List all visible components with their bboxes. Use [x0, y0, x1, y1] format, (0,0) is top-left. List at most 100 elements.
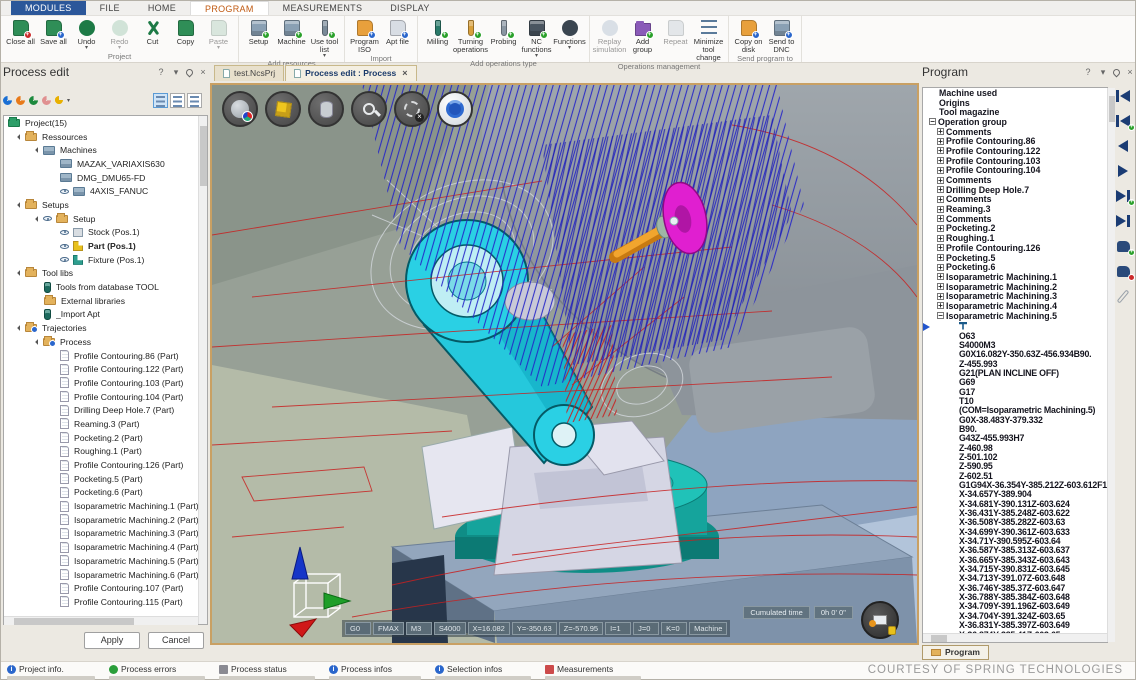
operation-row[interactable]: +Comments: [923, 127, 1107, 137]
tree-item[interactable]: Part (Pos.1): [4, 239, 207, 253]
statusbar-item-process-status[interactable]: Process status: [219, 664, 315, 680]
expand-icon[interactable]: +: [937, 244, 944, 251]
document-tab[interactable]: test.NcsPrj: [214, 65, 284, 81]
tree-item[interactable]: Roughing.1 (Part): [4, 445, 207, 459]
gcode-line[interactable]: G0X16.082Y-350.63Z-456.934B90.: [923, 349, 1107, 358]
chevron-down-icon[interactable]: ▾: [171, 67, 181, 78]
rotate-orange-button[interactable]: [14, 94, 27, 107]
toolbar-caret-icon[interactable]: ▾: [67, 97, 70, 104]
ribbon-tab-program[interactable]: PROGRAM: [190, 1, 269, 15]
expand-icon[interactable]: +: [937, 225, 944, 232]
gcode-line[interactable]: G69: [923, 377, 1107, 386]
gcode-line[interactable]: Z-460.98: [923, 443, 1107, 452]
operation-row[interactable]: +Profile Contouring.104: [923, 166, 1107, 176]
gcode-line[interactable]: S4000M3: [923, 340, 1107, 349]
expander-icon[interactable]: [35, 339, 41, 345]
rotate-green-button[interactable]: [27, 94, 40, 107]
gcode-line[interactable]: X-34.657Y-389.904: [923, 489, 1107, 498]
eye-icon[interactable]: [60, 230, 69, 235]
tree-item[interactable]: Isoparametric Machining.6 (Part): [4, 568, 207, 582]
expander-icon[interactable]: [17, 202, 23, 208]
tree-item[interactable]: Setup: [4, 212, 207, 226]
gcode-line[interactable]: X-34.681Y-390.131Z-603.624: [923, 499, 1107, 508]
ribbon-tab-measurements[interactable]: MEASUREMENTS: [269, 1, 377, 15]
tree-item[interactable]: Profile Contouring.86 (Part): [4, 349, 207, 363]
operation-row[interactable]: +Profile Contouring.103: [923, 156, 1107, 166]
setup-button[interactable]: +Setup: [242, 17, 275, 46]
operation-row[interactable]: +Pocketing.6: [923, 262, 1107, 272]
operation-row[interactable]: +Drilling Deep Hole.7: [923, 185, 1107, 195]
machine-button[interactable]: +Machine: [275, 17, 308, 46]
collapsed-panel-bar[interactable]: [219, 676, 315, 680]
gcode-line[interactable]: G1G94X-36.354Y-385.212Z-603.612F1: [923, 480, 1107, 489]
help-icon[interactable]: ?: [156, 67, 166, 77]
rotate-yellow-button[interactable]: [53, 94, 64, 105]
program-listing[interactable]: Machine usedOriginsTool magazine−Operati…: [922, 87, 1108, 643]
expand-icon[interactable]: +: [937, 254, 944, 261]
gcode-line[interactable]: X-36.587Y-385.313Z-603.637: [923, 545, 1107, 554]
tree-item[interactable]: Machines: [4, 143, 207, 157]
milling-button[interactable]: +Milling: [421, 17, 454, 46]
list-view-button-1[interactable]: [153, 93, 168, 108]
eye-icon[interactable]: [60, 244, 69, 249]
expand-icon[interactable]: +: [937, 147, 944, 154]
add-group-button[interactable]: +Add group: [626, 17, 659, 54]
tree-item[interactable]: Trajectories: [4, 321, 207, 335]
gcode-line[interactable]: X-34.699Y-390.361Z-603.633: [923, 527, 1107, 536]
tree-item[interactable]: Profile Contouring.115 (Part): [4, 595, 207, 609]
hide-toolpath-button[interactable]: [394, 91, 430, 127]
zoom-button[interactable]: [351, 91, 387, 127]
tree-item[interactable]: Profile Contouring.122 (Part): [4, 362, 207, 376]
machine-gauge-button[interactable]: [861, 601, 899, 639]
close-tab-icon[interactable]: ×: [402, 68, 407, 78]
skip-to-start-button[interactable]: [1114, 89, 1132, 103]
collapse-icon[interactable]: −: [937, 312, 944, 319]
solid-view-button[interactable]: [265, 91, 301, 127]
apt-file-button[interactable]: +Apt file: [381, 17, 414, 46]
gcode-line[interactable]: G0X-38.483Y-379.332: [923, 415, 1107, 424]
gcode-line[interactable]: G21(PLAN INCLINE OFF): [923, 368, 1107, 377]
operation-row[interactable]: +Profile Contouring.126: [923, 243, 1107, 253]
tree-item[interactable]: Pocketing.2 (Part): [4, 431, 207, 445]
tree-item[interactable]: 4AXIS_FANUC: [4, 184, 207, 198]
expand-icon[interactable]: +: [937, 186, 944, 193]
expander-icon[interactable]: [35, 216, 41, 222]
tree-vertical-scrollbar[interactable]: [198, 116, 207, 624]
functions-button[interactable]: Functions▾: [553, 17, 586, 51]
operation-row[interactable]: −Isoparametric Machining.5: [923, 311, 1107, 321]
previous-operation-button[interactable]: +: [1114, 114, 1132, 128]
tree-item[interactable]: Project(15): [4, 116, 207, 130]
send-to-dnc-button[interactable]: +Send to DNC: [765, 17, 798, 54]
operation-row[interactable]: +Comments: [923, 214, 1107, 224]
use-tool-list-button[interactable]: +Use tool list▾: [308, 17, 341, 59]
tree-item[interactable]: MAZAK_VARIAXIS630: [4, 157, 207, 171]
expand-icon[interactable]: +: [937, 138, 944, 145]
3d-viewport[interactable]: G0FMAXM3S4000X=16.082Y=-350.63Z=-570.95I…: [210, 83, 919, 645]
operation-row[interactable]: +Profile Contouring.86: [923, 136, 1107, 146]
operation-row[interactable]: +Isoparametric Machining.3: [923, 291, 1107, 301]
tree-item[interactable]: Profile Contouring.107 (Part): [4, 581, 207, 595]
gcode-line[interactable]: X-34.71Y-390.595Z-603.64: [923, 536, 1107, 545]
gcode-line[interactable]: Z-590.95: [923, 461, 1107, 470]
chevron-down-icon[interactable]: ▾: [1098, 67, 1108, 78]
grab-add-button[interactable]: +: [1114, 239, 1132, 253]
collapse-icon[interactable]: −: [929, 118, 936, 125]
copy-button[interactable]: Copy: [169, 17, 202, 46]
ribbon-tab-modules[interactable]: MODULES: [11, 1, 86, 15]
statusbar-item-process-errors[interactable]: Process errors: [109, 664, 205, 680]
grab-remove-button[interactable]: [1114, 264, 1132, 278]
gcode-line[interactable]: X-36.746Y-385.37Z-603.647: [923, 583, 1107, 592]
close-icon[interactable]: ×: [1125, 67, 1135, 77]
tree-item[interactable]: Reaming.3 (Part): [4, 417, 207, 431]
gcode-line[interactable]: X-36.665Y-385.343Z-603.643: [923, 555, 1107, 564]
tree-item[interactable]: _Import Apt: [4, 308, 207, 322]
display-mode-button[interactable]: [222, 91, 258, 127]
gcode-line[interactable]: (COM=Isoparametric Machining.5): [923, 405, 1107, 414]
eye-icon[interactable]: [60, 189, 69, 194]
tree-item[interactable]: Ressources: [4, 130, 207, 144]
expand-icon[interactable]: +: [937, 302, 944, 309]
expand-icon[interactable]: +: [937, 264, 944, 271]
project-tree[interactable]: Project(15)RessourcesMachinesMAZAK_VARIA…: [3, 115, 208, 625]
operation-row[interactable]: +Isoparametric Machining.2: [923, 282, 1107, 292]
gcode-line[interactable]: X-36.508Y-385.282Z-603.63: [923, 517, 1107, 526]
